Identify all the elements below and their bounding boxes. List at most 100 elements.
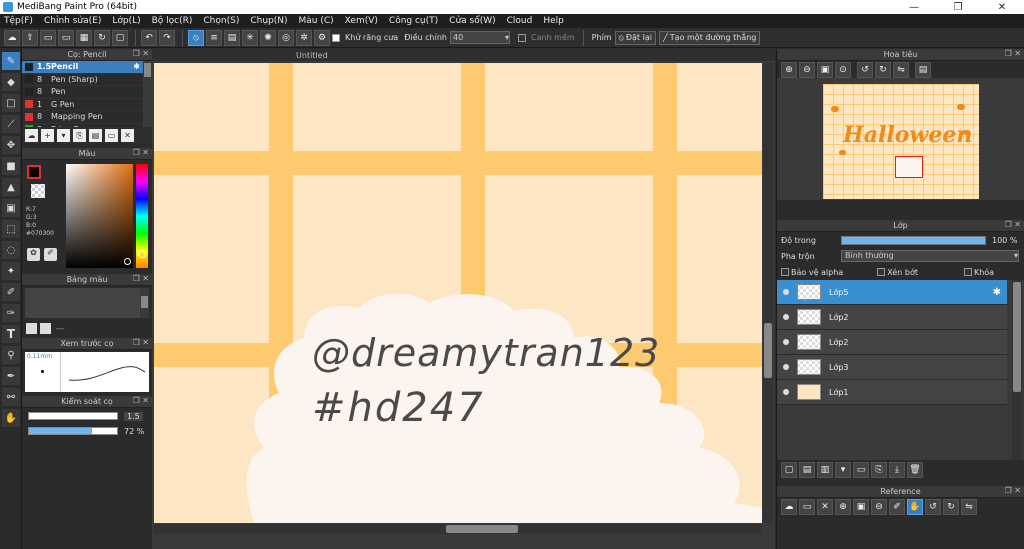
divide-tool-icon[interactable]: ✒ bbox=[2, 367, 20, 385]
menu-view[interactable]: Xem(V) bbox=[345, 16, 378, 26]
lasso-tool-icon[interactable]: ◌ bbox=[2, 241, 20, 259]
folder-icon[interactable]: ▭ bbox=[40, 29, 56, 46]
background-color-swatch[interactable] bbox=[31, 184, 45, 198]
menu-color[interactable]: Màu (C) bbox=[299, 16, 334, 26]
cloud-brush-icon[interactable]: ☁ bbox=[25, 129, 38, 142]
visibility-eye-icon[interactable] bbox=[783, 314, 789, 320]
eraser-tool-icon[interactable]: ◆ bbox=[2, 73, 20, 91]
panel-close-icon[interactable]: ❐ ✕ bbox=[133, 338, 149, 347]
ref-rotate-right-icon[interactable]: ↻ bbox=[943, 498, 959, 515]
layer-row[interactable]: Lớp3 bbox=[777, 355, 1007, 380]
bucket-tool-icon[interactable]: ▲ bbox=[2, 178, 20, 196]
brush-opacity-slider[interactable] bbox=[28, 427, 118, 435]
visibility-eye-icon[interactable] bbox=[783, 289, 789, 295]
add-palette-icon[interactable] bbox=[26, 322, 37, 334]
brush-list-item[interactable]: 8 Mapping Pen bbox=[22, 111, 152, 124]
settings-icon[interactable]: ⚙ bbox=[314, 29, 330, 46]
layer-row[interactable]: Lớp2 bbox=[777, 330, 1007, 355]
text-tool-icon[interactable]: T bbox=[2, 325, 20, 343]
brush-list-item[interactable]: 8 Pen (Sharp) bbox=[22, 74, 152, 86]
panel-close-icon[interactable]: ❐ ✕ bbox=[1005, 486, 1021, 495]
palette-more[interactable]: --- bbox=[56, 324, 65, 333]
visibility-eye-icon[interactable] bbox=[783, 389, 789, 395]
panel-close-icon[interactable]: ❐ ✕ bbox=[133, 148, 149, 157]
blend-mode-select[interactable]: Bình thường ▾ bbox=[841, 250, 1019, 262]
minimize-button[interactable]: — bbox=[892, 0, 936, 14]
menu-file[interactable]: Tệp(F) bbox=[4, 16, 33, 26]
ref-flip-icon[interactable]: ⇋ bbox=[961, 498, 977, 515]
brush-folder-icon[interactable]: ▭ bbox=[105, 129, 118, 142]
create-line-button[interactable]: ╱ Tạo một đường thẳng bbox=[658, 30, 761, 45]
layer-row[interactable]: Lớp2 bbox=[777, 305, 1007, 330]
brush-menu-icon[interactable]: ▾ bbox=[57, 129, 70, 142]
palette-scrollbar[interactable] bbox=[140, 288, 149, 318]
eyedropper-icon[interactable]: ✐ bbox=[44, 248, 57, 261]
clipping-checkbox[interactable] bbox=[877, 268, 886, 276]
panel-close-icon[interactable]: ❐ ✕ bbox=[133, 396, 149, 405]
brush-delete-icon[interactable]: ✕ bbox=[121, 129, 134, 142]
palette-icon[interactable]: ✿ bbox=[27, 248, 40, 261]
menu-help[interactable]: Help bbox=[543, 16, 564, 26]
flip-icon[interactable]: ⇋ bbox=[893, 61, 909, 78]
grid-icon[interactable]: ▦ bbox=[76, 29, 92, 46]
layer-settings-icon[interactable]: ✱ bbox=[993, 287, 1001, 298]
reset-button[interactable]: ⦸ Đặt lại bbox=[614, 30, 656, 45]
brush-tool-icon[interactable]: ✎ bbox=[2, 52, 20, 70]
delete-palette-icon[interactable] bbox=[40, 322, 51, 334]
ref-eyedropper-icon[interactable]: ✐ bbox=[889, 498, 905, 515]
panel-close-icon[interactable]: ❐ ✕ bbox=[1005, 49, 1021, 58]
brush-list-item[interactable]: 1.5 Pencil ✱ bbox=[22, 61, 152, 74]
select-pen-tool-icon[interactable]: ✐ bbox=[2, 283, 20, 301]
snap-parallel-icon[interactable]: ≡ bbox=[206, 29, 222, 46]
layer-folder-icon[interactable]: ▭ bbox=[853, 462, 869, 478]
chat-icon[interactable]: ▭ bbox=[58, 29, 74, 46]
delete-layer-icon[interactable]: 🗑 bbox=[907, 462, 923, 478]
share-icon[interactable]: ⇪ bbox=[22, 29, 38, 46]
menu-layer[interactable]: Lớp(L) bbox=[112, 16, 140, 26]
new-8bit-layer-icon[interactable]: ▥ bbox=[817, 462, 833, 478]
layer-scrollbar[interactable] bbox=[1012, 280, 1022, 460]
dot-tool-icon[interactable]: ⟋ bbox=[2, 115, 20, 133]
close-button[interactable]: ✕ bbox=[980, 0, 1024, 14]
merge-down-icon[interactable]: ⤓ bbox=[889, 462, 905, 478]
snap-circle-icon[interactable]: ◎ bbox=[278, 29, 294, 46]
ref-cloud-icon[interactable]: ☁ bbox=[781, 498, 797, 515]
magic-wand-tool-icon[interactable]: ✦ bbox=[2, 262, 20, 280]
ref-fit-icon[interactable]: ▣ bbox=[853, 498, 869, 515]
brush-scrollbar[interactable] bbox=[143, 61, 152, 127]
drawing-canvas[interactable]: @dreamytran123 #hd247 bbox=[154, 63, 762, 523]
maximize-button[interactable]: ❐ bbox=[936, 0, 980, 14]
menu-edit[interactable]: Chỉnh sửa(E) bbox=[44, 16, 101, 26]
soft-checkbox[interactable] bbox=[517, 33, 526, 42]
fit-icon[interactable]: ▣ bbox=[817, 61, 833, 78]
menu-cloud[interactable]: Cloud bbox=[507, 16, 533, 26]
brush-list-item[interactable]: 1 G Pen bbox=[22, 99, 152, 111]
palette-area[interactable] bbox=[25, 288, 149, 318]
add-brush-icon[interactable]: + bbox=[41, 129, 54, 142]
new-icon[interactable]: ▢ bbox=[112, 29, 128, 46]
snap-cross-icon[interactable]: ▤ bbox=[224, 29, 240, 46]
move-tool-icon[interactable]: ✥ bbox=[2, 136, 20, 154]
select-tool-icon[interactable]: ⬚ bbox=[2, 220, 20, 238]
brush-list-item[interactable]: 8Edge Pen bbox=[22, 124, 152, 127]
eyedropper-tool-icon[interactable]: ⚯ bbox=[2, 388, 20, 406]
fill-rect-tool-icon[interactable]: ■ bbox=[2, 157, 20, 175]
snap-off-icon[interactable]: ⦸ bbox=[188, 29, 204, 46]
visibility-eye-icon[interactable] bbox=[783, 339, 789, 345]
menu-window[interactable]: Cửa sổ(W) bbox=[449, 16, 495, 26]
undo-icon[interactable]: ↶ bbox=[141, 29, 157, 46]
adjust-select[interactable]: 40 ▾ bbox=[449, 31, 510, 44]
ref-rotate-left-icon[interactable]: ↺ bbox=[925, 498, 941, 515]
ref-zoom-out-icon[interactable]: ⊖ bbox=[871, 498, 887, 515]
zoom-out-icon[interactable]: ⊖ bbox=[799, 61, 815, 78]
navigator-thumbnail[interactable]: Halloween bbox=[823, 84, 979, 199]
brush-settings-icon[interactable]: ✱ bbox=[133, 62, 140, 71]
lock-checkbox[interactable] bbox=[963, 268, 972, 276]
snap-curve-icon[interactable]: ✲ bbox=[296, 29, 312, 46]
menu-snap[interactable]: Chụp(N) bbox=[250, 16, 287, 26]
layer-opacity-slider[interactable] bbox=[841, 235, 986, 245]
brush-size-slider[interactable] bbox=[28, 412, 118, 420]
new-halftone-layer-icon[interactable]: ▤ bbox=[799, 462, 815, 478]
brush-list-item[interactable]: 8 Pen bbox=[22, 86, 152, 99]
brush-settings-icon[interactable]: ▤ bbox=[89, 129, 102, 142]
